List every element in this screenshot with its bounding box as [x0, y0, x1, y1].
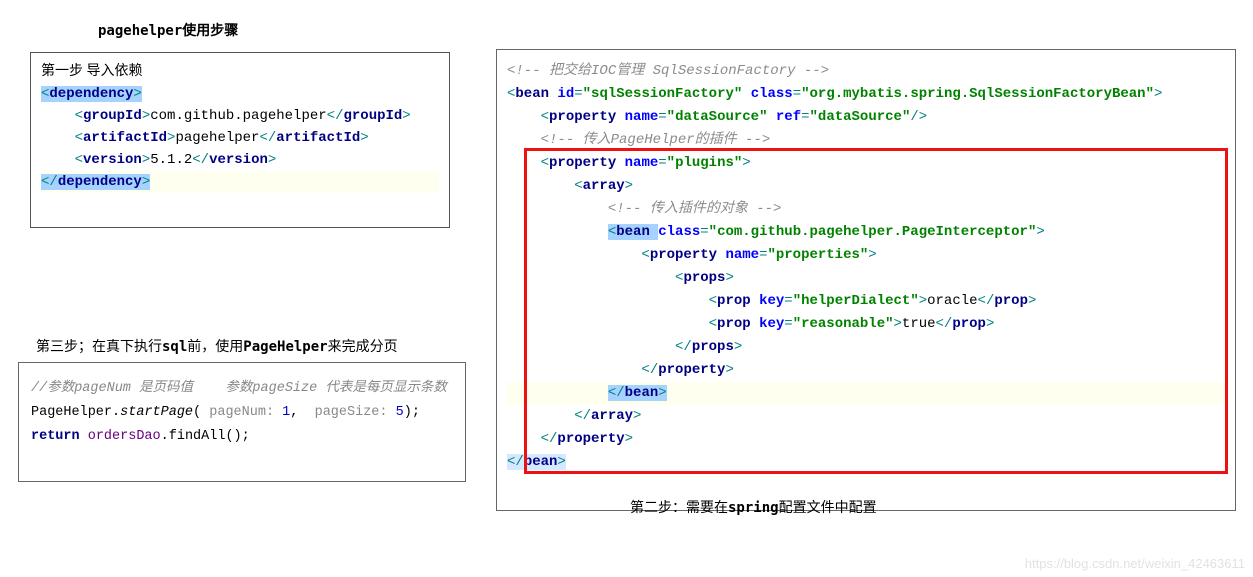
step2-caption: 第二步：需要在spring配置文件中配置 [630, 497, 877, 517]
step1-box: 第一步 导入依赖 <dependency> <groupId>com.githu… [30, 52, 450, 228]
groupId-value: com.github.pagehelper [150, 108, 326, 124]
step3-box: //参数pageNum 是页码值 参数pageSize 代表是每页显示条数 Pa… [18, 362, 466, 482]
artifactId-value: pagehelper [175, 130, 259, 146]
step2-box: <!-- 把交给IOC管理 SqlSessionFactory --> <bea… [496, 49, 1236, 511]
step1-caption: 第一步 导入依赖 [41, 64, 143, 79]
version-value: 5.1.2 [150, 152, 192, 168]
page-title: pagehelper使用步骤 [98, 20, 238, 40]
watermark: https://blog.csdn.net/weixin_42463611 [1025, 556, 1245, 571]
step3-line2: PageHelper.startPage( pageNum: 1, pageSi… [31, 405, 420, 420]
step3-caption: 第三步；在真下执行sql前，使用PageHelper来完成分页 [36, 336, 398, 356]
